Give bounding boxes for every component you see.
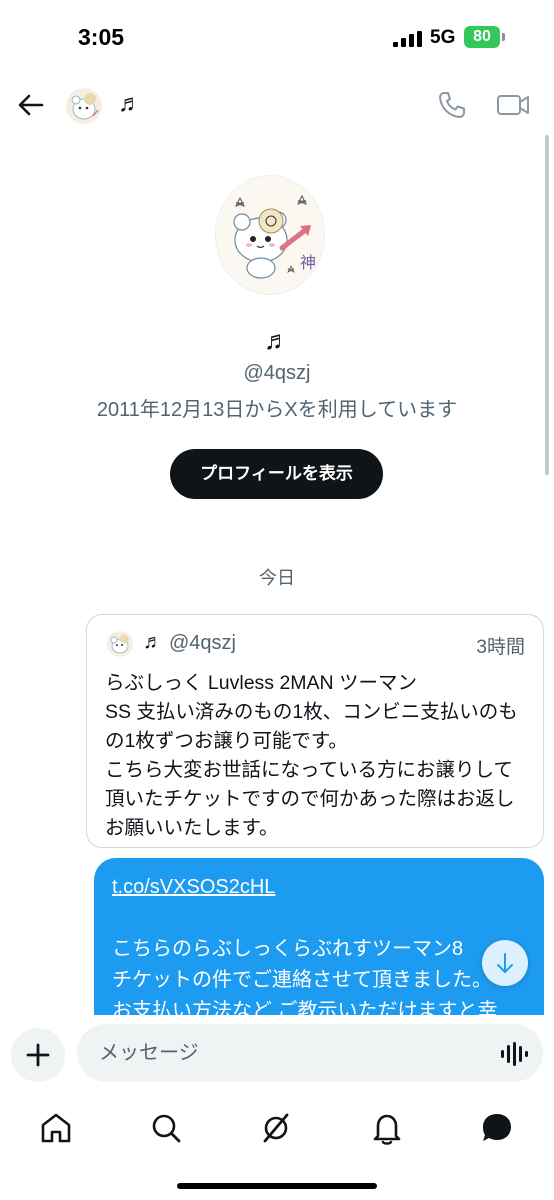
cell-signal-icon <box>393 31 422 47</box>
quoted-post-text: らぶしっく Luvless 2MAN ツーマン SS 支払い済みのもの1枚、コン… <box>105 672 518 839</box>
date-separator: 今日 <box>259 568 295 588</box>
messages-icon[interactable] <box>477 1108 517 1148</box>
quoted-post-card[interactable]: ♬ @4qszj 3時間 らぶしっく Luvless 2MAN ツーマン SS … <box>86 614 544 848</box>
conversation-header: ♬ <box>0 75 554 135</box>
notifications-icon[interactable] <box>367 1108 407 1148</box>
svg-text:神: 神 <box>300 253 316 272</box>
scroll-to-bottom-icon[interactable] <box>482 940 528 986</box>
quoted-post-avatar <box>107 631 133 657</box>
header-name[interactable]: ♬ <box>118 90 142 118</box>
view-profile-button[interactable]: プロフィールを表示 <box>170 449 383 499</box>
search-icon[interactable] <box>146 1108 186 1148</box>
home-icon[interactable] <box>36 1108 76 1148</box>
message-text: こちらのらぶしっくらぶれすツーマン8 チケットの件でご連絡させて頂きました。 お… <box>112 938 498 1022</box>
add-media-button[interactable] <box>11 1028 65 1082</box>
video-icon[interactable] <box>496 90 530 120</box>
message-composer <box>0 1015 554 1095</box>
quoted-post-name: ♬ <box>143 631 163 653</box>
back-arrow-icon[interactable] <box>14 89 46 121</box>
network-type: 5G <box>430 27 456 48</box>
header-avatar[interactable] <box>66 88 102 124</box>
status-bar: 3:05 5G 80 <box>0 0 554 70</box>
voice-message-icon[interactable] <box>500 1042 530 1066</box>
status-time: 3:05 <box>78 24 125 50</box>
bear-avatar-icon: 神 <box>233 194 316 279</box>
profile-name: ♬ <box>264 325 290 355</box>
quoted-post-time: 3時間 <box>476 637 525 658</box>
battery-level: 80 <box>464 26 500 48</box>
quoted-post-header: ♬ @4qszj 3時間 <box>105 629 525 661</box>
battery-tip <box>502 33 505 41</box>
bear-avatar-icon <box>71 93 99 120</box>
bottom-navigation <box>0 1100 554 1160</box>
plus-icon <box>26 1043 50 1067</box>
profile-joined-date: 2011年12月13日からXを利用しています <box>96 399 458 421</box>
grok-icon[interactable] <box>256 1108 296 1148</box>
profile-avatar[interactable]: 神 <box>215 175 325 295</box>
bear-avatar-icon <box>110 634 129 654</box>
message-link[interactable]: t.co/sVXSOS2cHL <box>112 876 275 898</box>
phone-icon[interactable] <box>437 90 467 120</box>
home-indicator <box>177 1183 377 1189</box>
quoted-post-handle: @4qszj <box>169 632 236 654</box>
message-input[interactable] <box>77 1024 543 1082</box>
profile-handle: @4qszj <box>243 362 311 384</box>
scrollbar[interactable] <box>545 135 549 475</box>
